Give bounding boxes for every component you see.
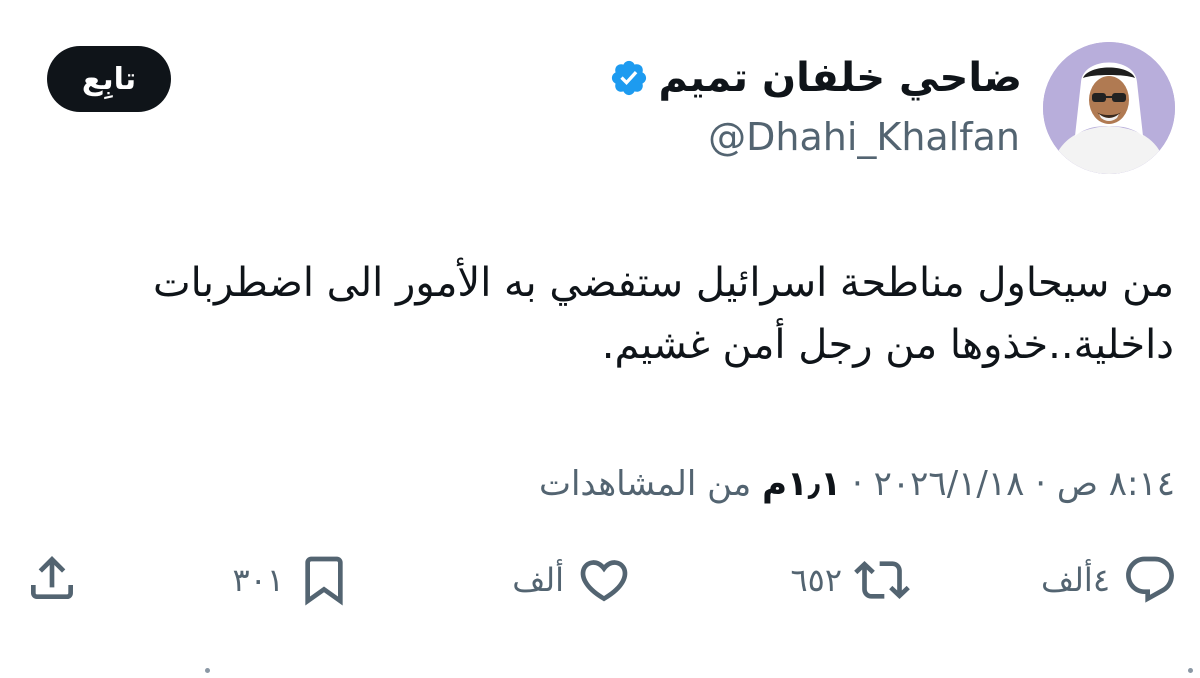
bookmark-button[interactable]: ٣٠١ <box>232 550 352 610</box>
like-button[interactable]: ألف <box>512 550 632 610</box>
avatar[interactable] <box>1043 42 1175 174</box>
verified-badge-icon <box>611 60 646 96</box>
retweet-icon <box>854 561 910 599</box>
like-count: ألف <box>512 561 564 599</box>
reply-count: ٤ألف <box>1041 561 1110 599</box>
tweet-meta: ٨:١٤ ص · ٢٠٢٦/١/١٨ · ١٫١م من المشاهدات <box>539 456 1175 512</box>
display-name[interactable]: ضاحي خلفان تميم <box>659 52 1022 104</box>
cutoff-mark <box>205 668 210 673</box>
reply-icon <box>1126 556 1174 603</box>
author-name-row[interactable]: ضاحي خلفان تميم <box>609 52 1022 104</box>
tweet-text: من سيحاول مناطحة اسرائيل ستفضي به الأمور… <box>153 260 1174 368</box>
share-button[interactable] <box>24 550 80 606</box>
meta-separator: · <box>852 464 863 504</box>
meta-separator: · <box>1035 464 1047 504</box>
bookmark-icon <box>305 556 343 606</box>
cutoff-mark <box>1188 668 1193 673</box>
tweet-card: ضاحي خلفان تميم @Dhahi_Khalfan تابِع من … <box>0 0 1200 678</box>
views-count: ١٫١م <box>762 464 842 504</box>
share-icon <box>31 556 73 599</box>
retweet-button[interactable]: ٦٥٢ <box>790 550 910 610</box>
tweet-date[interactable]: ٢٠٢٦/١/١٨ <box>874 464 1025 504</box>
profile-photo-icon <box>1043 42 1175 174</box>
heart-icon <box>580 560 628 602</box>
retweet-count: ٦٥٢ <box>790 561 842 599</box>
reply-button[interactable]: ٤ألف <box>1041 550 1178 610</box>
bookmark-count: ٣٠١ <box>232 561 284 599</box>
views-label: من المشاهدات <box>538 464 752 504</box>
follow-button[interactable]: تابِع <box>47 46 171 112</box>
tweet-time[interactable]: ٨:١٤ ص <box>1057 464 1175 504</box>
author-handle[interactable]: @Dhahi_Khalfan <box>708 113 1020 161</box>
